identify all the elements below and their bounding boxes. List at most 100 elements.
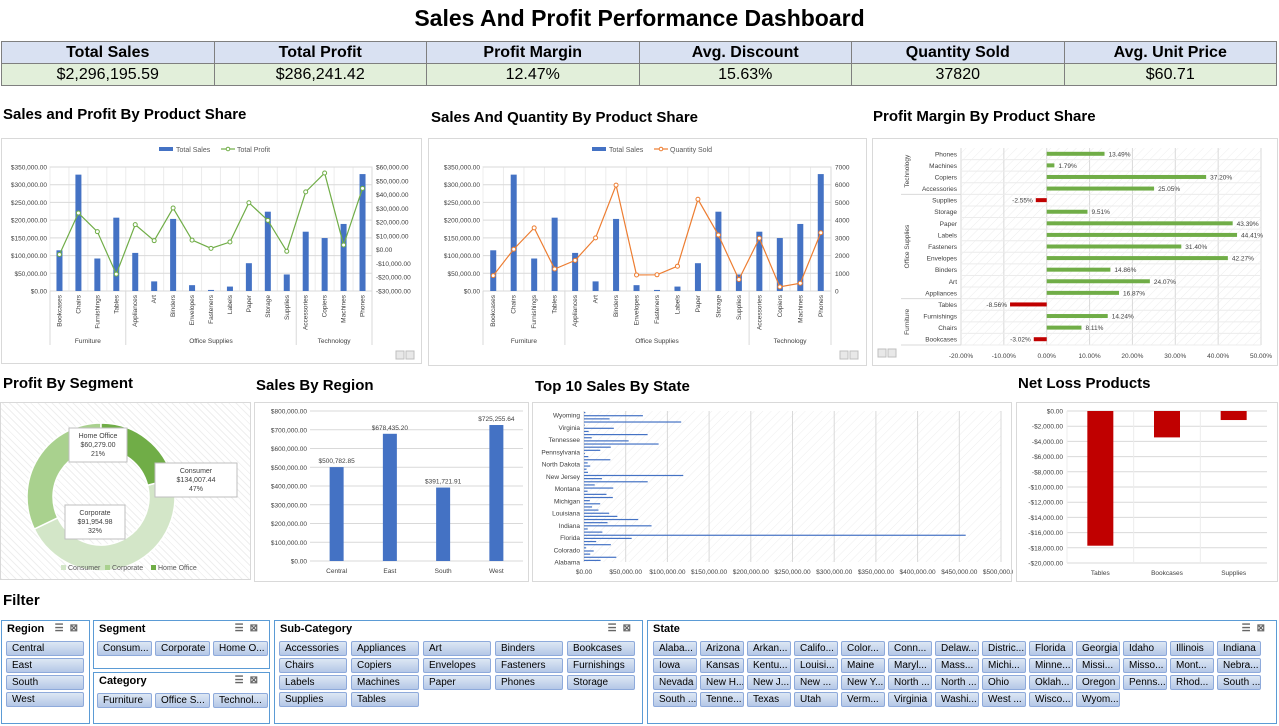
slicer-icons[interactable]: ☰⊠ bbox=[1242, 623, 1271, 634]
chart-sales-quantity-panel[interactable]: Total Sales Quantity Sold $0.00 $50,000.00 $… bbox=[428, 138, 867, 366]
slicer-item-state[interactable]: Oklah... bbox=[1029, 675, 1073, 690]
slicer-item-state[interactable]: Wisco... bbox=[1029, 692, 1073, 707]
slicer-item-category[interactable]: Furniture bbox=[97, 693, 152, 708]
slicer-item-state[interactable]: South ... bbox=[1217, 675, 1261, 690]
slicer-item-state[interactable]: Texas bbox=[747, 692, 791, 707]
slicer-item-state[interactable]: Mass... bbox=[935, 658, 979, 673]
section-title-sales-quantity-share: Sales And Quantity By Product Share bbox=[431, 109, 699, 126]
slicer-item-segment[interactable]: Home O... bbox=[213, 641, 268, 656]
slicer-item-subcategory[interactable]: Chairs bbox=[279, 658, 347, 673]
slicer-item-state[interactable]: South ... bbox=[653, 692, 697, 707]
slicer-item-state[interactable]: Califo... bbox=[794, 641, 838, 656]
slicer-item-subcategory[interactable]: Storage bbox=[567, 675, 635, 690]
slicer-item-state[interactable]: New H... bbox=[700, 675, 744, 690]
slicer-item-subcategory[interactable]: Envelopes bbox=[423, 658, 491, 673]
slicer-item-state[interactable]: Utah bbox=[794, 692, 838, 707]
slicer-icons[interactable]: ☰⊠ bbox=[235, 623, 264, 634]
slicer-item-subcategory[interactable]: Art bbox=[423, 641, 491, 656]
chart-profit-margin-panel[interactable]: -20.00% -10.00% 0.00% 10.00% 20.00% 30.00% 40.… bbox=[872, 138, 1278, 366]
bar bbox=[1046, 174, 1207, 179]
slicer-item-segment[interactable]: Corporate bbox=[155, 641, 210, 656]
slicer-item-state[interactable]: Oregon bbox=[1076, 675, 1120, 690]
slicer-item-subcategory[interactable]: Accessories bbox=[279, 641, 347, 656]
chart-net-loss-panel[interactable]: $0.00 -$2,000.00 -$4,000.00 -$6,000.00 -$8,0… bbox=[1016, 402, 1278, 582]
slicer-item-state[interactable]: Conn... bbox=[888, 641, 932, 656]
slicer-item-state[interactable]: Nebra... bbox=[1217, 658, 1261, 673]
slicer-item-state[interactable]: Distric... bbox=[982, 641, 1026, 656]
slicer-item-subcategory[interactable]: Bookcases bbox=[567, 641, 635, 656]
slicer-item-subcategory[interactable]: Furnishings bbox=[567, 658, 635, 673]
slicer-item-region[interactable]: South bbox=[6, 675, 84, 690]
data-label-line: 21% bbox=[91, 451, 105, 458]
slicer-item-state[interactable]: Color... bbox=[841, 641, 885, 656]
slicer-item-region[interactable]: West bbox=[6, 692, 84, 707]
line-marker bbox=[132, 222, 138, 228]
slicer-item-state[interactable]: Wyom... bbox=[1076, 692, 1120, 707]
x-tick-label: Copiers bbox=[322, 294, 329, 317]
slicer-item-subcategory[interactable]: Fasteners bbox=[495, 658, 563, 673]
slicer-item-state[interactable]: Nevada bbox=[653, 675, 697, 690]
slicer-item-state[interactable]: Washi... bbox=[935, 692, 979, 707]
slicer-item-subcategory[interactable]: Machines bbox=[351, 675, 419, 690]
chart-segment-panel[interactable]: Consumer $134,007.44 47% Corporate $91,954.9… bbox=[0, 402, 251, 580]
slicer-item-state[interactable]: Misso... bbox=[1123, 658, 1167, 673]
slicer-icons[interactable]: ☰⊠ bbox=[235, 675, 264, 686]
slicer-item-state[interactable]: Florida bbox=[1029, 641, 1073, 656]
chart-sales-profit-panel[interactable]: Total Sales Total Profit $0.00 $50,000.00 $1… bbox=[1, 138, 422, 364]
data-label-line: 32% bbox=[88, 528, 102, 535]
slicer-item-state[interactable]: Alaba... bbox=[653, 641, 697, 656]
slicer-item-state[interactable]: Maine bbox=[841, 658, 885, 673]
slicer-item-subcategory[interactable]: Phones bbox=[495, 675, 563, 690]
slicer-item-subcategory[interactable]: Binders bbox=[495, 641, 563, 656]
slicer-item-state[interactable]: Minne... bbox=[1029, 658, 1073, 673]
y-tick-label: Montana bbox=[555, 486, 581, 493]
slicer-item-state[interactable]: Rhod... bbox=[1170, 675, 1214, 690]
slicer-item-state[interactable]: Indiana bbox=[1217, 641, 1261, 656]
slicer-item-state[interactable]: Ohio bbox=[982, 675, 1026, 690]
slicer-item-state[interactable]: Missi... bbox=[1076, 658, 1120, 673]
slicer-item-state[interactable]: Arkan... bbox=[747, 641, 791, 656]
slicer-item-state[interactable]: New ... bbox=[794, 675, 838, 690]
slicer-item-subcategory[interactable]: Tables bbox=[351, 692, 419, 707]
slicer-item-subcategory[interactable]: Labels bbox=[279, 675, 347, 690]
slicer-item-state[interactable]: Georgia bbox=[1076, 641, 1120, 656]
slicer-icons[interactable]: ☰⊠ bbox=[608, 623, 637, 634]
slicer-item-state[interactable]: Tenne... bbox=[700, 692, 744, 707]
slicer-item-state[interactable]: Maryl... bbox=[888, 658, 932, 673]
slicer-item-state[interactable]: New Y... bbox=[841, 675, 885, 690]
slicer-item-region[interactable]: Central bbox=[6, 641, 84, 656]
slicer-item-subcategory[interactable]: Appliances bbox=[351, 641, 419, 656]
slicer-title: Region bbox=[7, 623, 45, 635]
slicer-item-state[interactable]: Kentu... bbox=[747, 658, 791, 673]
slicer-icons[interactable]: ☰⊠ bbox=[55, 623, 84, 634]
slicer-item-state[interactable]: New J... bbox=[747, 675, 791, 690]
chart-region-panel[interactable]: $0.00 $100,000.00 $200,000.00 $300,000.00 $4… bbox=[254, 402, 529, 582]
slicer-item-state[interactable]: Kansas bbox=[700, 658, 744, 673]
y2-tick-label: $10,000.00 bbox=[376, 233, 409, 240]
slicer-item-segment[interactable]: Consum... bbox=[97, 641, 152, 656]
slicer-item-state[interactable]: West ... bbox=[982, 692, 1026, 707]
slicer-item-state[interactable]: Mont... bbox=[1170, 658, 1214, 673]
slicer-item-state[interactable]: Verm... bbox=[841, 692, 885, 707]
x-tick-label: 0.00% bbox=[1037, 353, 1056, 360]
slicer-item-subcategory[interactable]: Supplies bbox=[279, 692, 347, 707]
zoom-minus-icon bbox=[405, 350, 415, 360]
slicer-item-state[interactable]: Louisi... bbox=[794, 658, 838, 673]
slicer-item-state[interactable]: Virginia bbox=[888, 692, 932, 707]
slicer-item-state[interactable]: Delaw... bbox=[935, 641, 979, 656]
slicer-item-subcategory[interactable]: Copiers bbox=[351, 658, 419, 673]
bar bbox=[584, 525, 652, 527]
slicer-item-category[interactable]: Office S... bbox=[155, 693, 210, 708]
chart-state-panel[interactable]: $0.00 $50,000.00 $100,000.00 $150,000.00 $20… bbox=[532, 402, 1019, 582]
slicer-item-state[interactable]: Idaho bbox=[1123, 641, 1167, 656]
slicer-item-state[interactable]: Penns... bbox=[1123, 675, 1167, 690]
slicer-item-state[interactable]: North ... bbox=[935, 675, 979, 690]
slicer-item-state[interactable]: Iowa bbox=[653, 658, 697, 673]
slicer-item-category[interactable]: Technol... bbox=[213, 693, 268, 708]
slicer-item-subcategory[interactable]: Paper bbox=[423, 675, 491, 690]
slicer-item-region[interactable]: East bbox=[6, 658, 84, 673]
slicer-item-state[interactable]: North ... bbox=[888, 675, 932, 690]
slicer-item-state[interactable]: Arizona bbox=[700, 641, 744, 656]
slicer-item-state[interactable]: Michi... bbox=[982, 658, 1026, 673]
slicer-item-state[interactable]: Illinois bbox=[1170, 641, 1214, 656]
